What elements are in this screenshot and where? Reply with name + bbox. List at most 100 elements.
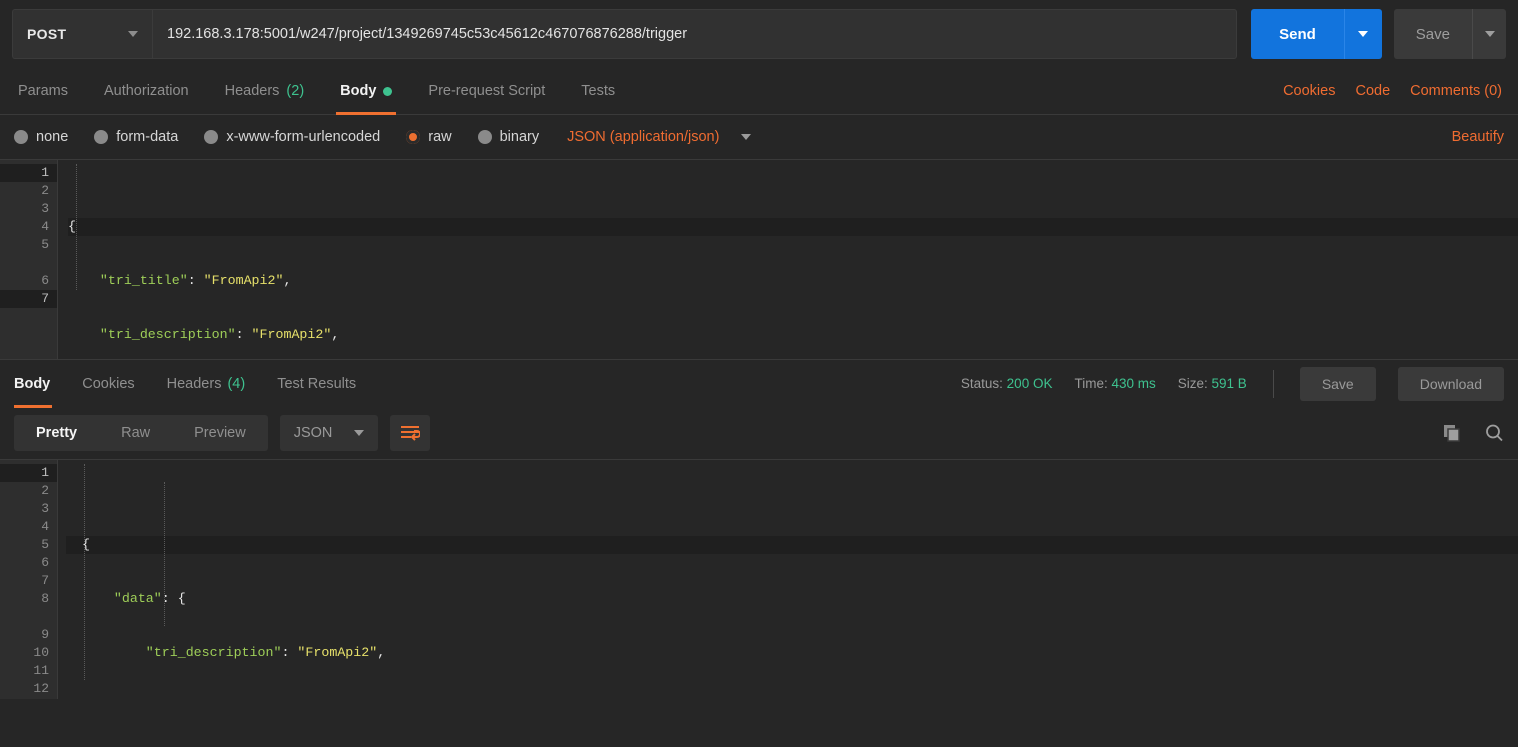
response-meta: Status: 200 OK Time: 430 ms Size: 591 B … — [960, 366, 1504, 401]
line-number-wrapped — [0, 608, 57, 626]
response-view-toolbar: Pretty Raw Preview JSON — [0, 407, 1518, 459]
response-status-bar: Body Cookies Headers (4) Test Results St… — [0, 359, 1518, 408]
tab-body[interactable]: Body — [322, 68, 410, 115]
response-editor-code[interactable]: { "data": { "tri_description": "FromApi2… — [58, 460, 1518, 699]
tab-label: Headers — [166, 375, 222, 392]
tab-authorization[interactable]: Authorization — [86, 68, 207, 114]
response-format-dropdown[interactable]: JSON — [279, 415, 379, 451]
line-number: 4 — [41, 219, 49, 234]
request-body-editor[interactable]: 1 2 3 4 5 6 7 { "tri_title": "FromApi2",… — [0, 159, 1518, 359]
chevron-down-icon — [741, 134, 752, 140]
radio-icon[interactable] — [204, 130, 219, 144]
time-label: Time: — [1074, 376, 1108, 391]
body-present-dot-icon — [383, 86, 393, 96]
tab-headers[interactable]: Headers (2) — [207, 68, 323, 114]
code-value: "FromApi2" — [251, 327, 332, 342]
request-tabs: Params Authorization Headers (2) Body Pr… — [0, 68, 1518, 115]
indent-guide — [76, 164, 77, 290]
radio-selected-icon[interactable] — [406, 130, 421, 144]
radio-icon[interactable] — [14, 130, 28, 144]
code-text: { — [68, 219, 76, 234]
time-value: 430 ms — [1111, 376, 1156, 391]
url-input[interactable]: 192.168.3.178:5001/w247/project/13492697… — [152, 9, 1238, 59]
line-number: 2 — [41, 483, 49, 498]
send-button[interactable]: Send — [1251, 9, 1344, 59]
chevron-down-icon — [1484, 31, 1495, 37]
body-type-form-data[interactable]: form-data — [94, 129, 178, 145]
download-response-button[interactable]: Download — [1397, 366, 1504, 401]
response-tab-headers[interactable]: Headers (4) — [151, 360, 262, 408]
indent-guide — [84, 464, 85, 680]
body-type-label: raw — [428, 129, 452, 145]
tab-params[interactable]: Params — [12, 68, 86, 114]
chevron-down-icon — [1358, 31, 1369, 37]
copy-icon — [1444, 425, 1460, 442]
line-number: 12 — [33, 681, 49, 696]
view-mode-pretty[interactable]: Pretty — [14, 415, 99, 451]
view-mode-preview[interactable]: Preview — [172, 415, 268, 451]
radio-icon[interactable] — [94, 130, 109, 144]
response-tab-body[interactable]: Body — [14, 360, 66, 408]
body-type-label: none — [36, 129, 69, 145]
http-method-dropdown[interactable]: POST — [12, 9, 152, 59]
line-number-wrapped — [0, 254, 57, 272]
code-key: "tri_title" — [99, 273, 188, 288]
tab-label: Tests — [581, 83, 616, 99]
line-number: 2 — [41, 183, 49, 198]
request-editor-code[interactable]: { "tri_title": "FromApi2", "tri_descript… — [58, 160, 1518, 359]
save-request-button[interactable]: Save — [1393, 9, 1472, 59]
chevron-down-icon — [354, 430, 365, 436]
radio-icon[interactable] — [477, 130, 492, 144]
save-response-button[interactable]: Save — [1299, 366, 1376, 401]
content-type-dropdown[interactable]: JSON (application/json) — [567, 129, 752, 145]
line-number: 9 — [41, 627, 49, 642]
tab-label: Cookies — [82, 375, 135, 392]
tab-pre-request-script[interactable]: Pre-request Script — [410, 68, 563, 114]
line-number: 6 — [41, 555, 49, 570]
response-headers-count: (4) — [227, 375, 246, 392]
tab-label: Headers — [224, 83, 280, 99]
cookies-link[interactable]: Cookies — [1283, 83, 1335, 99]
size-metric: Size: 591 B — [1178, 376, 1247, 391]
line-number: 3 — [41, 501, 49, 516]
body-type-raw[interactable]: raw — [406, 129, 452, 145]
body-type-x-www-form-urlencoded[interactable]: x-www-form-urlencoded — [204, 129, 380, 145]
beautify-button[interactable]: Beautify — [1452, 129, 1504, 145]
http-method-label: POST — [27, 26, 67, 42]
wrap-lines-button[interactable] — [390, 415, 431, 451]
send-button-group: Send — [1251, 9, 1382, 59]
tab-tests[interactable]: Tests — [563, 68, 633, 114]
line-number: 10 — [33, 645, 49, 660]
body-type-label: binary — [499, 129, 540, 145]
code-link[interactable]: Code — [1355, 83, 1390, 99]
body-type-label: x-www-form-urlencoded — [226, 129, 381, 145]
body-type-none[interactable]: none — [14, 129, 68, 145]
copy-button[interactable] — [1442, 423, 1462, 443]
search-icon — [1486, 424, 1503, 442]
response-toolbar-actions — [1442, 423, 1504, 443]
code-key: "data" — [113, 591, 162, 606]
code-key: "tri_description" — [99, 327, 236, 342]
size-value: 591 B — [1211, 376, 1247, 391]
line-number: 5 — [41, 537, 49, 552]
line-number: 6 — [41, 273, 49, 288]
body-type-binary[interactable]: binary — [477, 129, 540, 145]
save-options-button[interactable] — [1472, 9, 1506, 59]
tab-label: Test Results — [277, 375, 357, 392]
line-number: 7 — [0, 290, 57, 308]
line-number: 1 — [0, 164, 57, 182]
status-label: Status: — [960, 376, 1003, 391]
response-tab-test-results[interactable]: Test Results — [261, 360, 372, 408]
line-number: 4 — [41, 519, 49, 534]
response-tab-cookies[interactable]: Cookies — [66, 360, 150, 408]
tab-label: Body — [14, 375, 51, 392]
view-mode-raw[interactable]: Raw — [99, 415, 172, 451]
request-tabs-actions: Cookies Code Comments (0) — [1283, 68, 1506, 114]
response-body-editor[interactable]: 1 2 3 4 5 6 7 8 9 10 11 12 { "data": { "… — [0, 459, 1518, 699]
search-button[interactable] — [1484, 423, 1504, 443]
send-options-button[interactable] — [1343, 9, 1382, 59]
wrap-lines-icon — [401, 426, 421, 441]
line-number: 3 — [41, 201, 49, 216]
tab-headers-count: (2) — [286, 83, 305, 99]
comments-link[interactable]: Comments (0) — [1410, 83, 1502, 99]
